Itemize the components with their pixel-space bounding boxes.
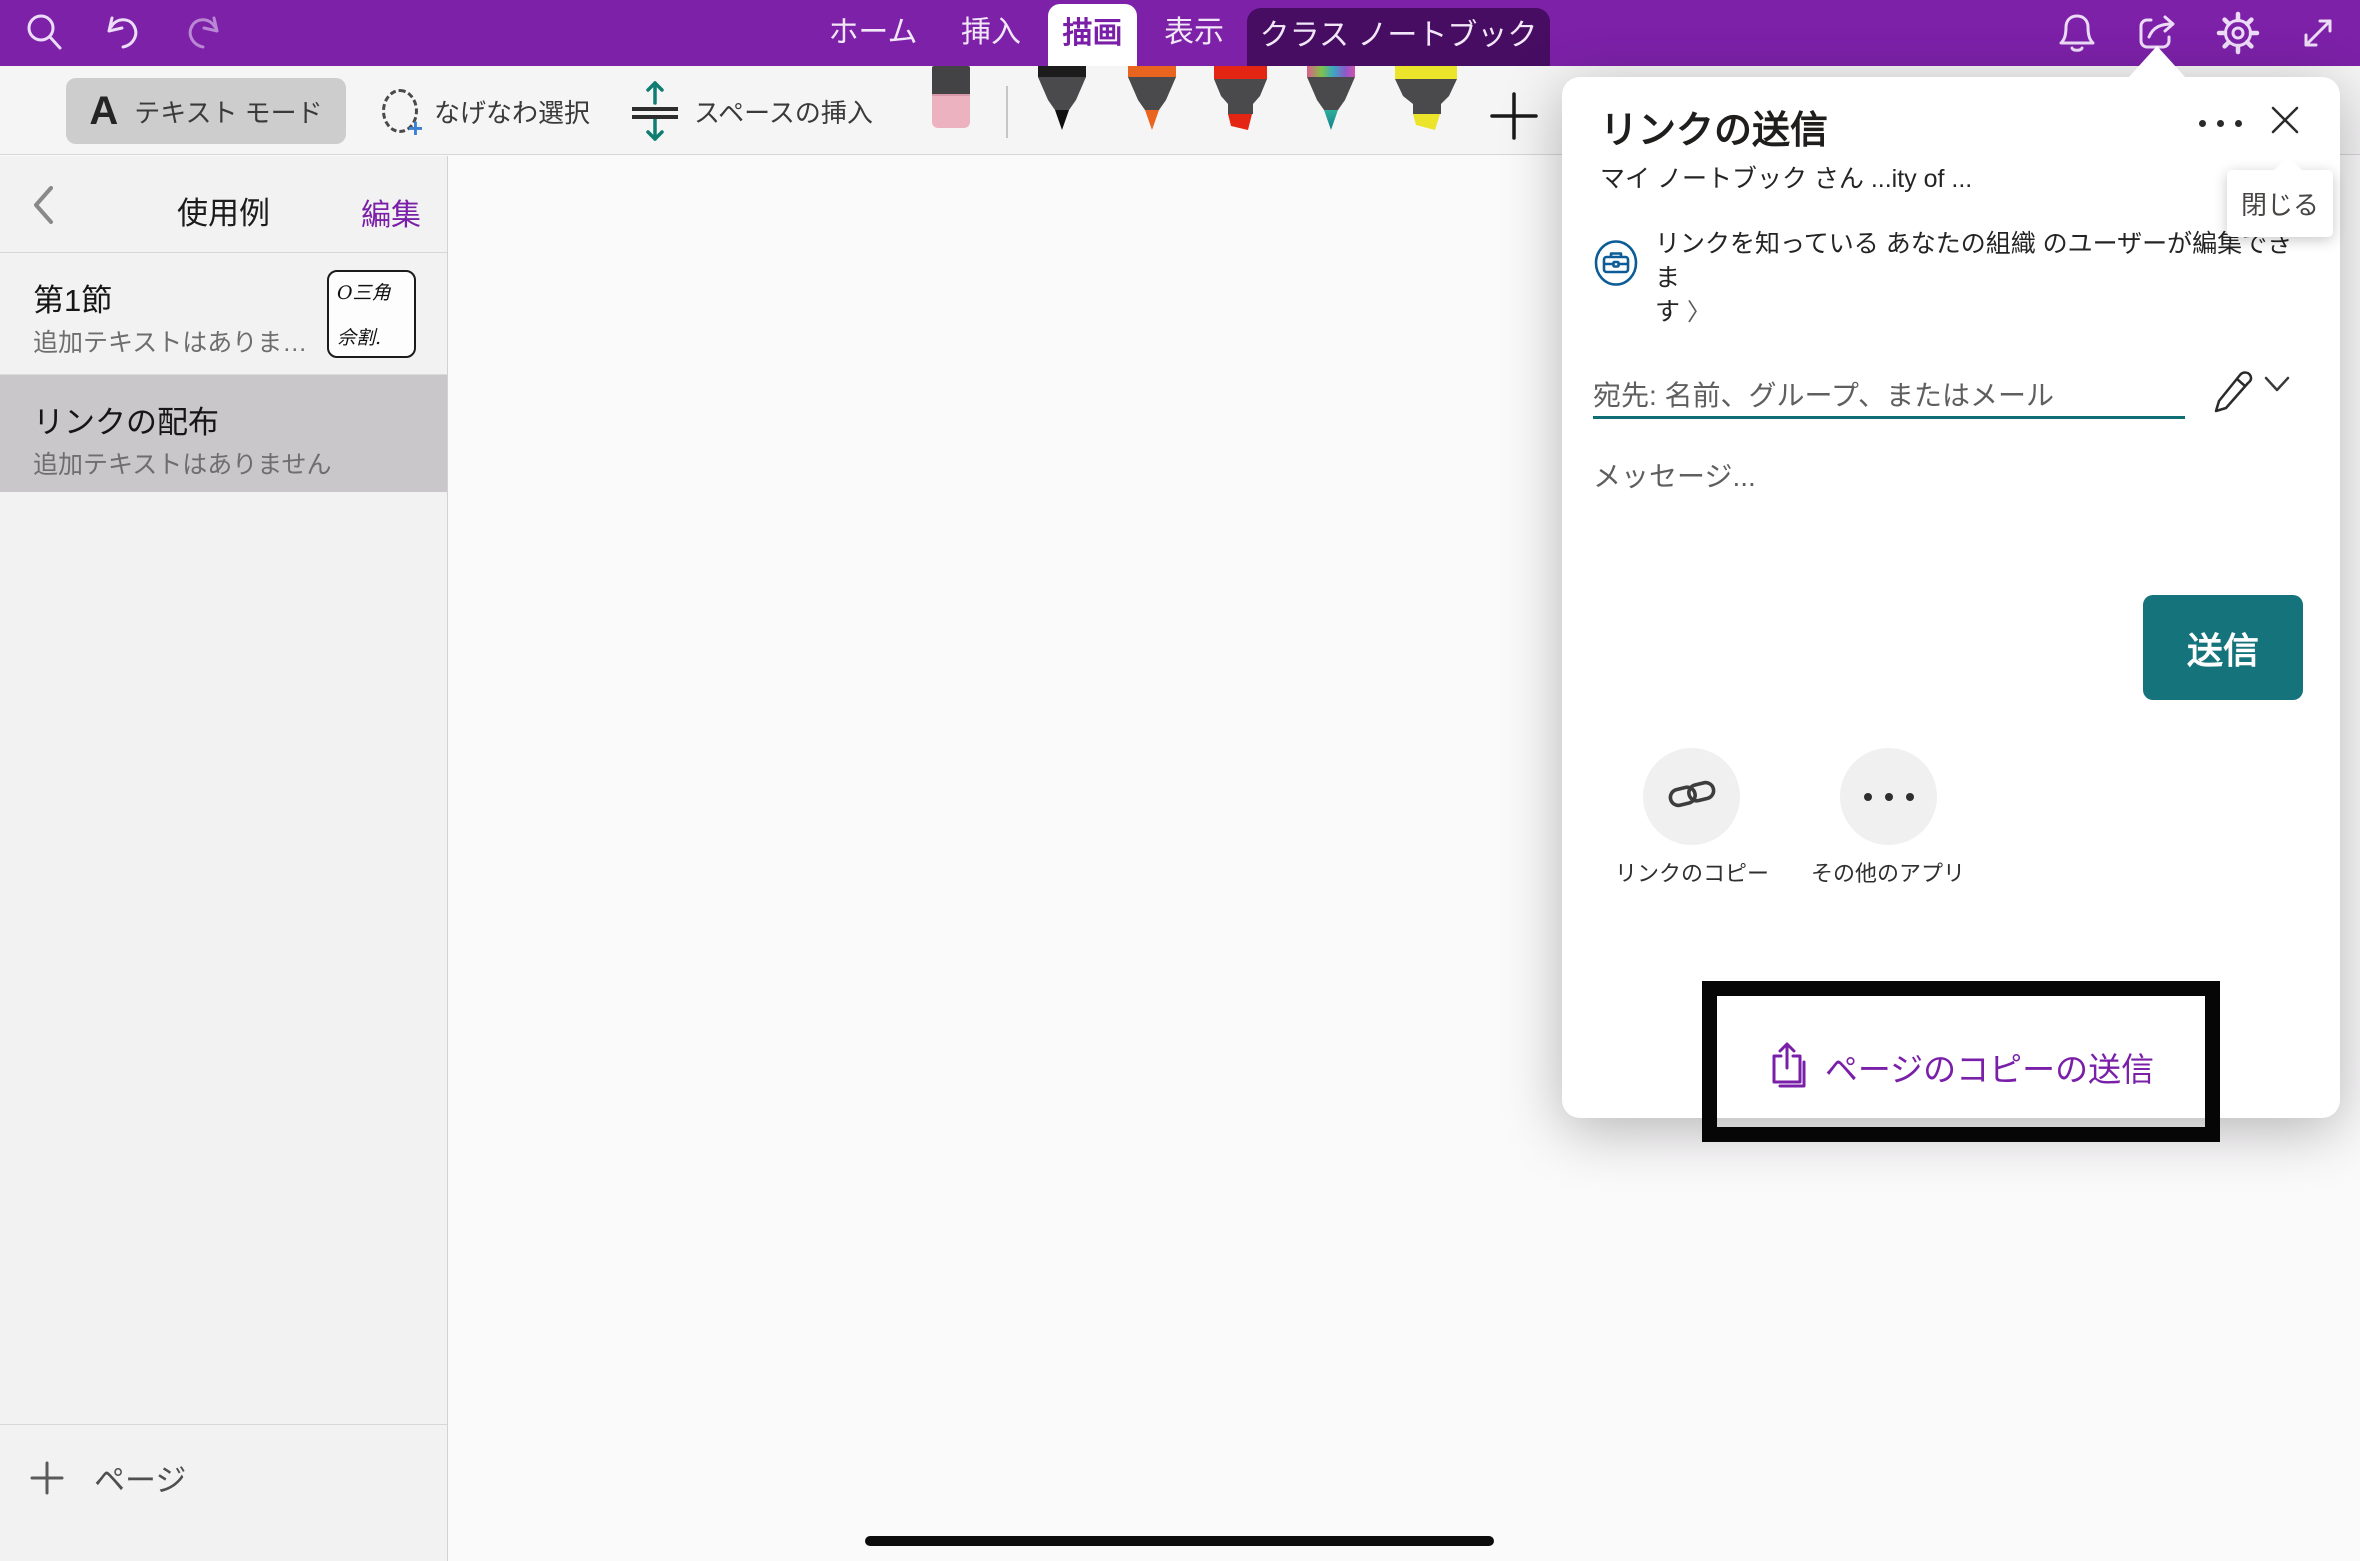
tab-view[interactable]: 表示: [1148, 0, 1240, 66]
edit-button[interactable]: 編集: [361, 190, 421, 234]
briefcase-icon: [1593, 240, 1639, 286]
close-icon[interactable]: [2268, 103, 2312, 147]
sidebar-header: 使用例 編集: [0, 156, 447, 253]
send-page-copy-button[interactable]: ページのコピーの送信: [1702, 1029, 2220, 1105]
send-link-dialog: リンクの送信 マイ ノートブック さん ...ity of ... リンクを知っ…: [1562, 77, 2340, 1118]
home-indicator[interactable]: [865, 1536, 1494, 1546]
page-title: 第1節: [33, 275, 112, 320]
chevron-right-icon: 〉: [1687, 299, 1711, 326]
permission-text: リンクを知っている あなたの組織 のユーザーが編集できま す 〉: [1655, 227, 2293, 330]
search-icon[interactable]: [20, 8, 70, 58]
more-options-icon[interactable]: [2192, 99, 2248, 147]
add-pen-button[interactable]: [1490, 92, 1538, 140]
redo-icon[interactable]: [180, 8, 230, 58]
recipient-input[interactable]: [1593, 375, 2185, 419]
lasso-icon: +: [382, 89, 418, 133]
yellow-highlighter-tool[interactable]: [1394, 66, 1458, 137]
bell-icon[interactable]: [2052, 8, 2102, 58]
text-mode-label: テキスト モード: [134, 93, 322, 130]
edit-pencil-icon[interactable]: [2212, 369, 2254, 417]
black-pen-tool[interactable]: [1036, 66, 1088, 137]
copy-link-button[interactable]: [1643, 748, 1740, 845]
tab-draw[interactable]: 描画: [1048, 4, 1137, 66]
text-mode-letter: A: [89, 89, 118, 134]
tab-insert[interactable]: 挿入: [934, 0, 1048, 66]
link-icon: [1667, 774, 1717, 819]
page-list-item[interactable]: 第1節 追加テキストはありま… O三角 佘割.: [0, 253, 447, 375]
eraser-tool[interactable]: [932, 66, 970, 128]
insert-space-icon: [632, 79, 678, 143]
tab-home[interactable]: ホーム: [811, 0, 935, 66]
more-apps-button[interactable]: [1840, 748, 1937, 845]
add-page-button[interactable]: ページ: [30, 1455, 186, 1500]
page-subtitle: 追加テキストはありません: [33, 445, 332, 481]
text-mode-button[interactable]: A テキスト モード: [66, 78, 346, 144]
page-thumbnail: O三角 佘割.: [327, 270, 416, 358]
dialog-title: リンクの送信: [1600, 99, 1828, 154]
ellipsis-icon: [1864, 793, 1914, 801]
orange-pen-tool[interactable]: [1126, 66, 1178, 137]
page-subtitle: 追加テキストはありま…: [33, 323, 307, 359]
onenote-app: ホーム 挿入 描画 表示 クラス ノートブック: [0, 0, 2360, 1561]
copy-link-label: リンクのコピー: [1602, 856, 1782, 888]
page-list-sidebar: 使用例 編集 第1節 追加テキストはありま… O三角 佘割. リンクの配布 追加…: [0, 156, 448, 1561]
share-page-icon: [1768, 1040, 1810, 1095]
rainbow-pen-tool[interactable]: [1305, 66, 1357, 137]
red-marker-tool[interactable]: [1213, 66, 1268, 137]
lasso-select-button[interactable]: + なげなわ選択: [382, 78, 590, 144]
chevron-down-icon[interactable]: [2262, 373, 2296, 407]
undo-icon[interactable]: [96, 8, 146, 58]
dialog-anchor-caret: [2128, 46, 2186, 78]
expand-icon[interactable]: [2293, 8, 2343, 58]
page-list-item-selected[interactable]: リンクの配布 追加テキストはありません: [0, 375, 447, 492]
close-tooltip: 閉じる: [2227, 170, 2333, 237]
gear-icon[interactable]: [2213, 8, 2263, 58]
link-permission-row[interactable]: リンクを知っている あなたの組織 のユーザーが編集できま す 〉: [1593, 227, 2293, 330]
page-title: リンクの配布: [33, 397, 219, 442]
tab-class-notebook[interactable]: クラス ノートブック: [1247, 8, 1550, 66]
top-app-bar: ホーム 挿入 描画 表示 クラス ノートブック: [0, 0, 2360, 66]
sidebar-footer: ページ: [0, 1424, 447, 1561]
notebook-info: マイ ノートブック さん ...ity of ...: [1600, 159, 1972, 195]
send-button[interactable]: 送信: [2143, 595, 2303, 700]
message-input[interactable]: [1593, 455, 2185, 499]
more-apps-label: その他のアプリ: [1798, 856, 1978, 888]
toolbar-divider: [1006, 86, 1008, 138]
insert-space-button[interactable]: スペースの挿入: [632, 78, 873, 144]
